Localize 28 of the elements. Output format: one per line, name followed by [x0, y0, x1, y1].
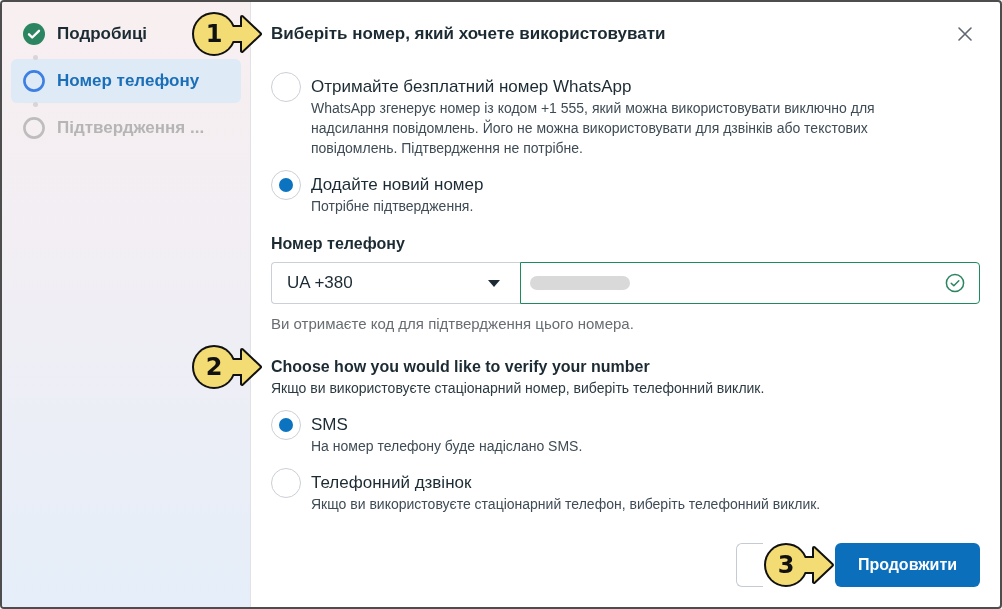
field-label: Номер телефону [271, 234, 405, 254]
connector-dot-icon [33, 102, 38, 107]
radio-button[interactable] [271, 72, 301, 102]
check-circle-icon [945, 273, 965, 293]
section-subtitle: Якщо ви використовуєте стаціонарний номер, виберіть телефонний виклик. [271, 379, 765, 398]
step-item[interactable]: Подробиці [11, 12, 156, 56]
option-label: Телефонний дзвінок [311, 472, 473, 494]
option-label: Отримайте безплатний номер WhatsApp [311, 76, 633, 98]
field-hint: Ви отримаєте код для підтвердження цього номера. [271, 314, 634, 334]
option-description: Потрібне підтвердження. [311, 197, 475, 216]
option-description: На номер телефону буде надіслано SMS. [311, 437, 583, 456]
option-label: SMS [311, 414, 349, 436]
option-label: Додайте новий номер [311, 174, 484, 196]
section-heading: Choose how you would like to verify your number [271, 357, 650, 377]
close-icon [958, 27, 972, 41]
connector-dot-icon [33, 55, 38, 60]
radio-button[interactable] [271, 170, 301, 200]
phone-number-field[interactable] [520, 262, 980, 304]
option-description: Якщо ви використовуєте стаціонарний телефон, виберіть телефонний виклик. [311, 495, 821, 514]
radio-button[interactable] [271, 410, 301, 440]
option-description: WhatsApp згенерує номер із кодом +1 555, який можна використовувати виключно для надсилання повідомлень. Його не можна використовувати для дзвінків або текстових повідомлень. Підтвердження не потрібне. [311, 99, 876, 158]
country-code-select[interactable]: UA +380 [271, 262, 520, 304]
continue-button[interactable]: Продовжити [835, 543, 980, 587]
step-item[interactable]: Номер телефону [11, 59, 241, 103]
caret-icon [488, 279, 500, 287]
close-button[interactable] [958, 27, 972, 41]
dialog-title: Виберіть номер, який хочете використовувати [271, 24, 666, 43]
radio-button[interactable] [271, 468, 301, 498]
